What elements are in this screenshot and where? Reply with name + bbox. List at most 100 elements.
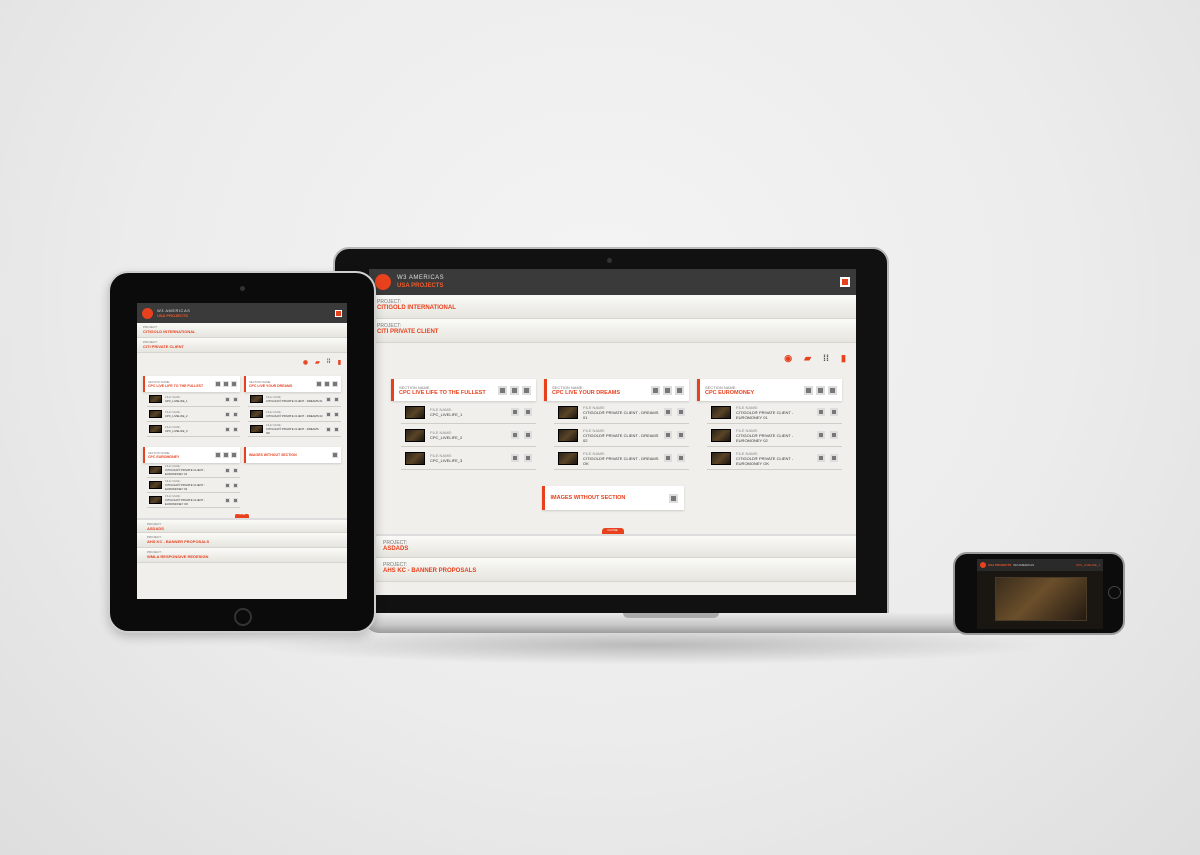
- edit-icon[interactable]: [225, 482, 230, 488]
- edit-icon[interactable]: [223, 381, 229, 387]
- close-tab[interactable]: CLOSE: [601, 528, 624, 534]
- edit-icon[interactable]: [225, 497, 230, 503]
- folder-icon[interactable]: ▰: [315, 359, 320, 371]
- edit-icon[interactable]: [817, 454, 825, 462]
- images-without-section[interactable]: IMAGES WITHOUT SECTION: [541, 486, 684, 510]
- file-row[interactable]: FILE NAME: CITIGOLD® PRIVATE CLIENT - EUR…: [147, 478, 240, 493]
- grid-icon[interactable]: [651, 385, 660, 395]
- file-row[interactable]: FILE NAME: CITIGOLD® PRIVATE CLIENT - DRE…: [248, 392, 341, 407]
- edit-icon[interactable]: [225, 426, 230, 432]
- trash-icon[interactable]: [334, 396, 339, 402]
- edit-icon[interactable]: [663, 385, 672, 395]
- edit-icon[interactable]: [332, 452, 338, 458]
- project-row[interactable]: PROJECT: ASDADS: [369, 534, 856, 558]
- trash-icon[interactable]: [334, 426, 339, 432]
- trash-icon[interactable]: [830, 431, 838, 439]
- trash-icon[interactable]: [233, 467, 238, 473]
- file-row[interactable]: FILE NAME: CITIGOLD® PRIVATE CLIENT - EUR…: [707, 401, 842, 424]
- trash-icon[interactable]: [233, 497, 238, 503]
- trash-icon[interactable]: [231, 452, 237, 458]
- trash-icon[interactable]: [677, 431, 685, 439]
- project-row[interactable]: PROJECT: CITI PRIVATE CLIENT: [137, 338, 347, 353]
- file-row[interactable]: FILE NAME: CPC_LIVELIFE_2: [401, 424, 536, 447]
- file-row[interactable]: FILE NAME: CITIGOLD® PRIVATE CLIENT - DRE…: [554, 447, 689, 470]
- file-row[interactable]: FILE NAME: CITIGOLD® PRIVATE CLIENT - DRE…: [554, 401, 689, 424]
- file-row[interactable]: FILE NAME: CITIGOLD® PRIVATE CLIENT - EUR…: [707, 424, 842, 447]
- file-row[interactable]: FILE NAME: CITIGOLD® PRIVATE CLIENT - DRE…: [248, 422, 341, 437]
- project-row[interactable]: PROJECT: CITI PRIVATE CLIENT: [369, 319, 856, 343]
- menu-icon[interactable]: [335, 309, 342, 317]
- file-row[interactable]: FILE NAME: CITIGOLD® PRIVATE CLIENT - DRE…: [554, 424, 689, 447]
- menu-icon[interactable]: [840, 277, 850, 287]
- trash-icon[interactable]: [233, 482, 238, 488]
- edit-icon[interactable]: [326, 396, 331, 402]
- project-row[interactable]: PROJECT: WMLA RESPONSIVE REDESIGN: [137, 548, 347, 563]
- trash-icon[interactable]: [830, 454, 838, 462]
- edit-icon[interactable]: [326, 411, 331, 417]
- images-without-section[interactable]: IMAGES WITHOUT SECTION: [244, 447, 341, 463]
- project-row[interactable]: PROJECT: CITIGOLD INTERNATIONAL: [369, 295, 856, 319]
- edit-icon[interactable]: [664, 454, 672, 462]
- file-row[interactable]: FILE NAME: CITIGOLD® PRIVATE CLIENT - EUR…: [707, 447, 842, 470]
- grid-icon[interactable]: [498, 385, 507, 395]
- edit-icon[interactable]: [668, 493, 678, 503]
- section-header[interactable]: SECTION NAME: CPC EUROMONEY: [697, 379, 842, 401]
- edit-icon[interactable]: [225, 467, 230, 473]
- edit-icon[interactable]: [324, 381, 330, 387]
- grid-icon[interactable]: [215, 381, 221, 387]
- trash-icon[interactable]: [830, 408, 838, 416]
- grid-icon[interactable]: ⁞⁞: [823, 353, 829, 371]
- project-row[interactable]: PROJECT: AHS KC - BANNER PROPOSALS: [369, 558, 856, 582]
- file-row[interactable]: FILE NAME: CITIGOLD® PRIVATE CLIENT - EUR…: [147, 493, 240, 508]
- file-row[interactable]: FILE NAME: CPC_LIVELIFE_1: [401, 401, 536, 424]
- project-row[interactable]: PROJECT: ASDADS: [137, 518, 347, 533]
- file-row[interactable]: FILE NAME: CPC_LIVELIFE_3: [147, 422, 240, 437]
- edit-icon[interactable]: [816, 385, 825, 395]
- grid-icon[interactable]: [316, 381, 322, 387]
- trash-icon[interactable]: [524, 431, 532, 439]
- file-row[interactable]: FILE NAME: CPC_LIVELIFE_2: [147, 407, 240, 422]
- close-tab[interactable]: CLOSE: [235, 514, 249, 518]
- file-row[interactable]: FILE NAME: CITIGOLD® PRIVATE CLIENT - DRE…: [248, 407, 341, 422]
- trash-icon[interactable]: [522, 385, 531, 395]
- edit-icon[interactable]: [225, 396, 230, 402]
- edit-icon[interactable]: [510, 385, 519, 395]
- trash-icon[interactable]: [677, 408, 685, 416]
- section-header[interactable]: SECTION NAME: CPC LIVE LIFE TO THE FULLES…: [143, 376, 240, 392]
- eye-icon[interactable]: ◉: [784, 353, 792, 371]
- section-header[interactable]: SECTION NAME: CPC LIVE LIFE TO THE FULLES…: [391, 379, 536, 401]
- grid-icon[interactable]: ⁞⁞: [327, 359, 331, 371]
- project-row[interactable]: PROJECT: CITIGOLD INTERNATIONAL: [137, 323, 347, 338]
- section-header[interactable]: SECTION NAME: CPC EUROMONEY: [143, 447, 240, 463]
- edit-icon[interactable]: [511, 408, 519, 416]
- edit-icon[interactable]: [817, 431, 825, 439]
- grid-icon[interactable]: [804, 385, 813, 395]
- file-row[interactable]: FILE NAME: CPC_LIVELIFE_3: [401, 447, 536, 470]
- trash-icon[interactable]: [233, 426, 238, 432]
- trash-icon[interactable]: [677, 454, 685, 462]
- trash-icon[interactable]: ▮: [841, 353, 846, 371]
- trash-icon[interactable]: [828, 385, 837, 395]
- trash-icon[interactable]: [524, 408, 532, 416]
- trash-icon[interactable]: [233, 411, 238, 417]
- section-header[interactable]: SECTION NAME: CPC LIVE YOUR DREAMS: [544, 379, 689, 401]
- trash-icon[interactable]: ▮: [338, 359, 341, 371]
- file-row[interactable]: FILE NAME: CITIGOLD® PRIVATE CLIENT - EUR…: [147, 463, 240, 478]
- edit-icon[interactable]: [326, 426, 331, 432]
- edit-icon[interactable]: [223, 452, 229, 458]
- trash-icon[interactable]: [332, 381, 338, 387]
- section-header[interactable]: SECTION NAME: CPC LIVE YOUR DREAMS: [244, 376, 341, 392]
- folder-icon[interactable]: ▰: [804, 353, 811, 371]
- eye-icon[interactable]: ◉: [303, 359, 308, 371]
- edit-icon[interactable]: [511, 454, 519, 462]
- edit-icon[interactable]: [817, 408, 825, 416]
- trash-icon[interactable]: [334, 411, 339, 417]
- grid-icon[interactable]: [215, 452, 221, 458]
- edit-icon[interactable]: [664, 408, 672, 416]
- edit-icon[interactable]: [664, 431, 672, 439]
- edit-icon[interactable]: [511, 431, 519, 439]
- trash-icon[interactable]: [231, 381, 237, 387]
- file-row[interactable]: FILE NAME: CPC_LIVELIFE_1: [147, 392, 240, 407]
- project-row[interactable]: PROJECT: AHS KC - BANNER PROPOSALS: [137, 533, 347, 548]
- edit-icon[interactable]: [225, 411, 230, 417]
